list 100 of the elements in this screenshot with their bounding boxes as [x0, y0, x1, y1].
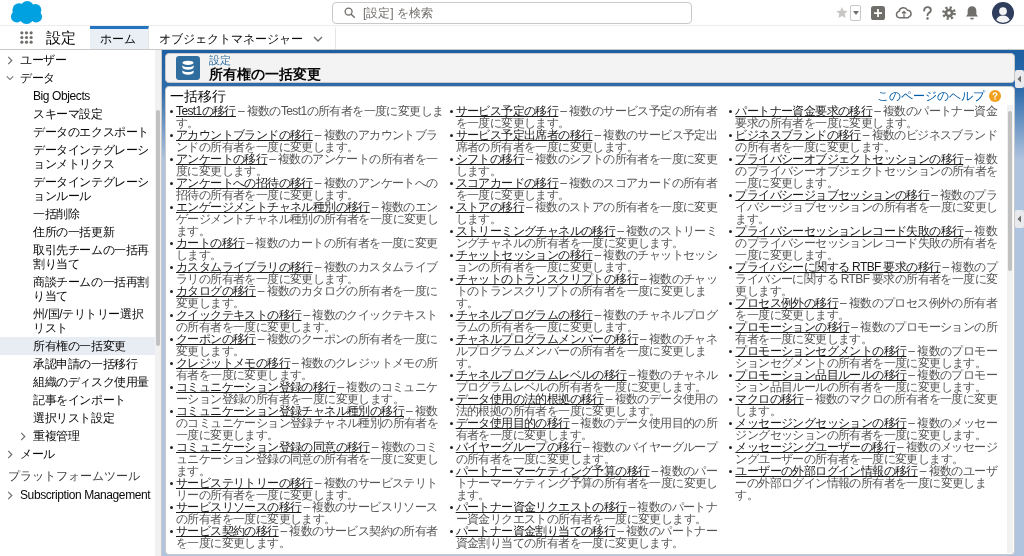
sidebar-item[interactable]: メール — [0, 445, 155, 463]
list-item-text: サービス契約の移行 – 複数のサービス契約の所有者を一度に変更します。 — [176, 525, 439, 549]
migration-link[interactable]: アカウントブランドの移行 — [176, 128, 313, 142]
app-launcher-icon[interactable] — [20, 31, 33, 44]
migration-link[interactable]: カスタムライブラリの移行 — [176, 260, 313, 274]
help-link[interactable]: このページのヘルプ — [877, 89, 1001, 103]
bullet-icon — [729, 470, 733, 473]
migration-link[interactable]: サービス予定の移行 — [455, 104, 559, 118]
bell-icon[interactable] — [966, 5, 978, 20]
migration-link[interactable]: チャネルプログラムの移行 — [455, 308, 593, 322]
migration-link[interactable]: サービス契約の移行 — [176, 524, 279, 538]
sidebar-item[interactable]: 商談チームの一括再割り当て — [0, 273, 155, 305]
migration-link[interactable]: チャットセッションの移行 — [455, 248, 593, 262]
bullet-icon — [449, 182, 453, 185]
migration-link[interactable]: プロモーションの移行 — [735, 320, 850, 334]
sidebar-item[interactable]: データのエクスポート — [0, 123, 155, 141]
bullet-icon — [449, 422, 453, 425]
bullet-icon — [729, 398, 733, 401]
migration-link[interactable]: プロセス例外の移行 — [735, 296, 838, 310]
migration-link[interactable]: メッセージングセッションの移行 — [735, 416, 907, 430]
migration-link[interactable]: パートナー資金要求の移行 — [735, 104, 873, 118]
sidebar-item[interactable]: 承認申請の一括移行 — [0, 355, 155, 373]
list-item-text: メッセージングユーザーの移行 – 複数のメッセージングユーザーの所有者を一度に変更します。 — [735, 441, 997, 465]
settings-icon[interactable] — [942, 5, 956, 20]
migration-link[interactable]: アンケートの移行 — [176, 152, 268, 166]
panel-toggle-icon[interactable] — [1015, 210, 1024, 228]
star-icon[interactable] — [836, 7, 848, 18]
cloud-upload-icon[interactable] — [895, 6, 913, 19]
migration-link[interactable]: チャネルプログラムレベルの移行 — [455, 368, 627, 382]
panel-toggle-icon[interactable] — [1015, 70, 1024, 88]
list-item-text: データ使用目的の移行 – 複数のデータ使用目的の所有者を一度に変更します。 — [455, 417, 719, 441]
migration-link[interactable]: カートの移行 — [176, 236, 245, 250]
sidebar-item[interactable]: データ — [0, 69, 155, 87]
migration-link[interactable]: プライバシーに関する RTBF 要求の移行 — [735, 260, 941, 274]
list-item-text: Test1の移行 – 複数のTest1の所有者を一度に変更します。 — [176, 105, 445, 129]
migration-link[interactable]: マクロの移行 — [735, 392, 804, 406]
list-item-text: パートナー資金要求の移行 – 複数のパートナー資金要求の所有者を一度に変更します。 — [735, 105, 998, 129]
sidebar-item[interactable]: データインテグレーションルール — [0, 173, 155, 205]
caret-icon — [852, 10, 859, 15]
migration-link[interactable]: データ使用の法的根拠の移行 — [455, 392, 604, 406]
sidebar-item[interactable]: Subscription Management — [0, 486, 155, 504]
sidebar-item[interactable]: 取引先チームの一括再割り当て — [0, 241, 155, 273]
app-name: 設定 — [46, 28, 77, 47]
section-heading: 一括移行 — [170, 88, 226, 104]
scrollbar[interactable] — [155, 50, 161, 556]
sidebar-item[interactable]: 一括削除 — [0, 205, 155, 223]
migration-link[interactable]: プライバシーセッションレコード失敗の移行 — [735, 224, 964, 238]
help-icon[interactable] — [923, 5, 932, 20]
migration-link[interactable]: アンケートへの招待の移行 — [176, 176, 313, 190]
migration-link[interactable]: サービス予定出席者の移行 — [455, 128, 593, 142]
migration-link[interactable]: コミュニケーション登録チャネル種別の移行 — [176, 404, 404, 418]
list-item-text: クーポンの移行 – 複数のクーポンの所有者を一度に変更します。 — [176, 333, 439, 357]
list-item-text: カスタムライブラリの移行 – 複数のカスタムライブラリの所有者を一度に変更します。 — [176, 261, 439, 285]
sidebar-item[interactable]: データインテグレーションメトリクス — [0, 141, 155, 173]
list-item-text: サービス予定出席者の移行 – 複数のサービス予定出席者の所有者を一度に変更します。 — [455, 129, 719, 153]
dropdown-button[interactable] — [850, 4, 861, 21]
sidebar-item[interactable]: 選択リスト設定 — [0, 409, 155, 427]
migration-link[interactable]: サービステリトリーの移行 — [176, 476, 313, 490]
migration-link[interactable]: パートナーマーケティング予算の移行 — [455, 464, 650, 478]
list-item-text: データ使用の法的根拠の移行 – 複数のデータ使用の法的根拠の所有者を一度に変更します。 — [455, 393, 719, 417]
migration-link[interactable]: パートナー資金リクエストの移行 — [455, 500, 627, 514]
sidebar-item[interactable]: 所有権の一括変更 — [0, 337, 155, 355]
migration-link[interactable]: Test1の移行 — [176, 104, 236, 118]
bullet-icon — [729, 326, 733, 329]
migration-link[interactable]: コミュニケーション登録の移行 — [176, 380, 336, 394]
search-icon — [344, 7, 355, 18]
migration-link[interactable]: クレジットメモの移行 — [176, 356, 290, 370]
migration-link[interactable]: ユーザーの外部ログイン情報の移行 — [735, 464, 918, 478]
list-item-text: パートナーマーケティング予算の移行 – 複数のパートナーマーケティング予算の所有者を一度に変更します。 — [455, 465, 719, 501]
search-field[interactable]: [設定] を検索 — [332, 1, 692, 24]
sidebar-item[interactable]: 州/国/テリトリー選択リスト — [0, 305, 155, 337]
sidebar-item[interactable]: 組織のディスク使用量 — [0, 373, 155, 391]
migration-link[interactable]: データ使用目的の移行 — [455, 416, 570, 430]
bullet-icon — [729, 350, 733, 353]
scrollbar[interactable] — [1007, 105, 1013, 553]
list-item-text: プライバシーオブジェクトセッションの移行 – 複数のプライバシーオブジェクトセッションの所有者を一度に変更します。 — [735, 153, 999, 189]
migration-link[interactable]: クーポンの移行 — [176, 332, 256, 346]
sidebar-item[interactable]: 住所の一括更新 — [0, 223, 155, 241]
sidebar-item[interactable]: ユーザー — [0, 51, 155, 69]
migration-link[interactable]: コミュニケーション登録の同意の移行 — [176, 440, 370, 454]
avatar-icon[interactable] — [992, 1, 1014, 24]
migration-link[interactable]: エンゲージメントチャネル種別の移行 — [176, 200, 370, 214]
migration-link[interactable]: パートナー資金割り当ての移行 — [455, 524, 616, 538]
migration-link[interactable]: チャットのトランスクリプトの移行 — [455, 272, 639, 286]
migration-link[interactable]: プロモーション品目ルールの移行 — [735, 368, 907, 382]
sidebar-item[interactable]: Big Objects — [0, 87, 155, 105]
sidebar-item[interactable]: 記事をインポート — [0, 391, 155, 409]
migration-link[interactable]: チャネルプログラムメンバーの移行 — [455, 332, 639, 346]
migration-link[interactable]: メッセージングユーザーの移行 — [735, 440, 895, 454]
migration-link[interactable]: シフトの移行 — [455, 152, 525, 166]
list-item-text: チャネルプログラムメンバーの移行 – 複数のチャネルプログラムメンバーの所有者を一度に変更します。 — [455, 333, 719, 369]
bullet-icon — [449, 206, 453, 209]
migration-link[interactable]: プロモーションセグメントの移行 — [735, 344, 907, 358]
sidebar-item[interactable]: 重複管理 — [0, 427, 155, 445]
plus-icon[interactable] — [871, 5, 885, 20]
migration-link[interactable]: ストリーミングチャネルの移行 — [455, 224, 616, 238]
nav-tab[interactable]: ホーム — [90, 26, 149, 49]
list-item-text: クレジットメモの移行 – 複数のクレジットメモの所有者を一度に変更します。 — [176, 357, 439, 381]
sidebar-item[interactable]: スキーマ設定 — [0, 105, 155, 123]
migration-link[interactable]: ストアの移行 — [455, 200, 525, 214]
